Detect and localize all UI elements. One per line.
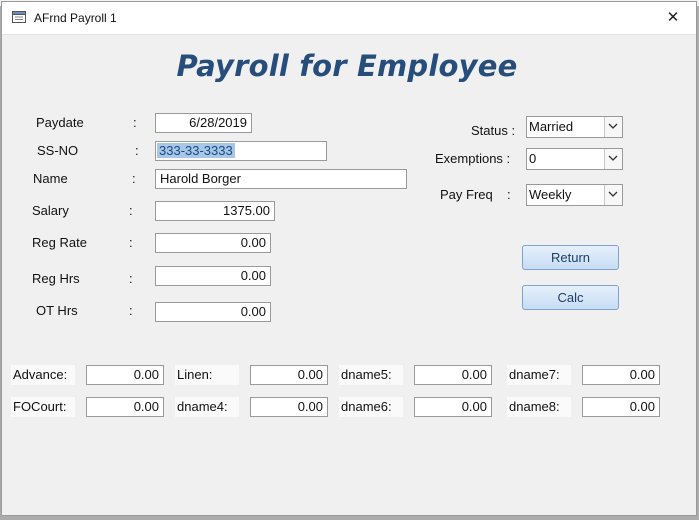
dname7-field[interactable]: 0.00 (582, 365, 660, 385)
advance-field[interactable]: 0.00 (86, 365, 164, 385)
reg-rate-field[interactable]: 0.00 (155, 233, 271, 253)
pay-freq-value: Weekly (529, 187, 572, 202)
advance-label: Advance: (11, 365, 75, 385)
pay-freq-label: Pay Freq (440, 187, 493, 202)
ssno-colon: : (135, 143, 139, 158)
status-label: Status : (471, 123, 516, 138)
linen-label: Linen: (175, 365, 239, 385)
salary-field[interactable]: 1375.00 (155, 201, 275, 221)
pay-freq-colon: : (507, 187, 511, 202)
salary-label: Salary (32, 203, 69, 218)
chevron-down-icon[interactable] (604, 117, 622, 137)
reg-rate-colon: : (129, 235, 133, 250)
dname4-field[interactable]: 0.00 (250, 397, 328, 417)
calc-button[interactable]: Calc (522, 285, 619, 310)
linen-field[interactable]: 0.00 (250, 365, 328, 385)
exemptions-label: Exemptions : (435, 151, 511, 166)
pay-freq-select[interactable]: Weekly (526, 184, 623, 206)
chevron-down-icon[interactable] (604, 185, 622, 205)
focourt-field[interactable]: 0.00 (86, 397, 164, 417)
paydate-colon: : (133, 115, 137, 130)
ssno-value: 333-33-3333 (157, 143, 235, 158)
dname8-field[interactable]: 0.00 (582, 397, 660, 417)
focourt-label: FOCourt: (11, 397, 75, 417)
exemptions-select[interactable]: 0 (526, 148, 623, 170)
ot-hrs-field[interactable]: 0.00 (155, 302, 271, 322)
dname8-label: dname8: (507, 397, 571, 417)
form-icon (12, 11, 26, 23)
title-bar: AFrnd Payroll 1 ✕ (2, 2, 696, 35)
window-title: AFrnd Payroll 1 (34, 11, 117, 25)
page-title: Payroll for Employee (176, 49, 518, 83)
reg-rate-label: Reg Rate (32, 235, 87, 250)
dname4-label: dname4: (175, 397, 239, 417)
dname6-field[interactable]: 0.00 (414, 397, 492, 417)
name-field[interactable]: Harold Borger (155, 169, 407, 189)
salary-colon: : (129, 203, 133, 218)
return-button[interactable]: Return (522, 245, 619, 270)
ssno-field[interactable]: 333-33-3333 (155, 141, 327, 161)
ot-hrs-colon: : (129, 303, 133, 318)
dname5-field[interactable]: 0.00 (414, 365, 492, 385)
payroll-window: AFrnd Payroll 1 ✕ Payroll for Employee P… (1, 1, 697, 516)
name-colon: : (132, 171, 136, 186)
dname7-label: dname7: (507, 365, 571, 385)
name-label: Name (33, 171, 68, 186)
reg-hrs-field[interactable]: 0.00 (155, 266, 271, 286)
status-value: Married (529, 119, 574, 134)
dname6-label: dname6: (339, 397, 403, 417)
close-icon[interactable]: ✕ (650, 2, 696, 34)
paydate-label: Paydate (36, 115, 84, 130)
reg-hrs-colon: : (129, 271, 133, 286)
chevron-down-icon[interactable] (604, 149, 622, 169)
status-select[interactable]: Married (526, 116, 623, 138)
ssno-label: SS-NO (37, 143, 79, 158)
paydate-field[interactable]: 6/28/2019 (155, 113, 252, 133)
ot-hrs-label: OT Hrs (36, 303, 78, 318)
exemptions-value: 0 (529, 151, 537, 166)
reg-hrs-label: Reg Hrs (32, 271, 80, 286)
dname5-label: dname5: (339, 365, 403, 385)
